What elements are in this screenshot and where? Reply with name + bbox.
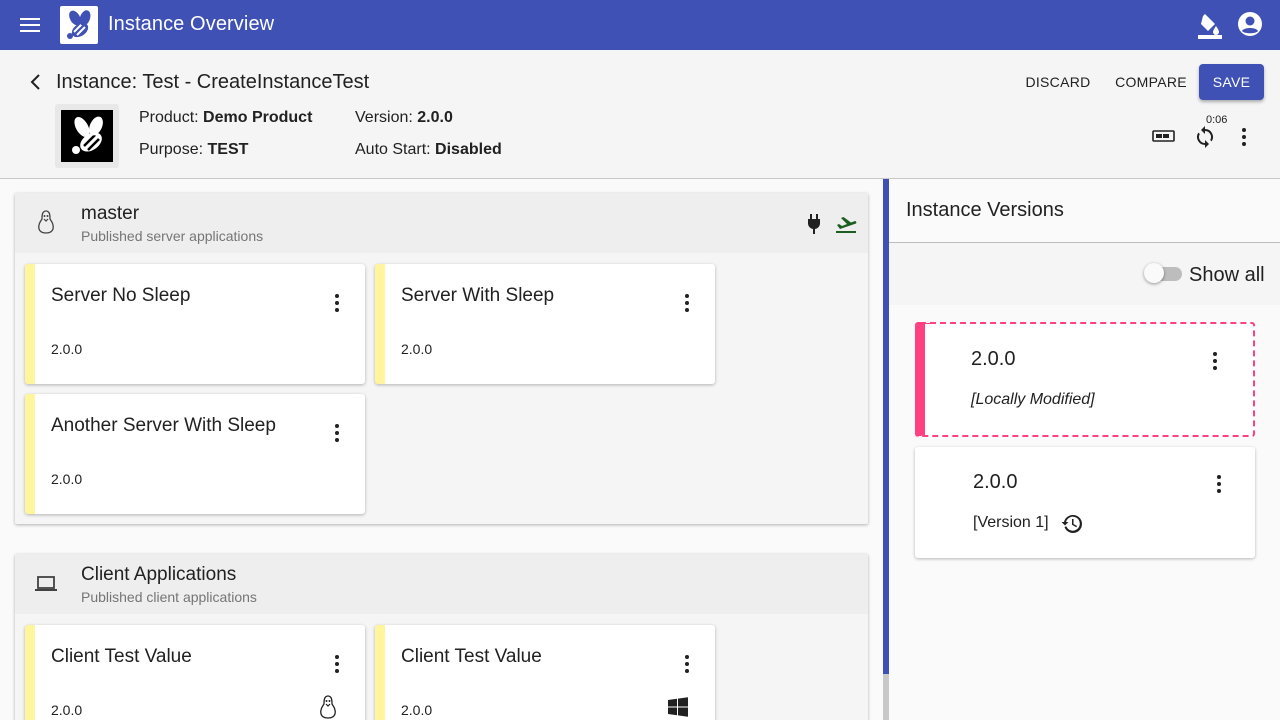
- app-name: Client Test Value: [51, 646, 192, 667]
- app-name: Server No Sleep: [51, 285, 191, 306]
- more-vert-icon[interactable]: [325, 652, 349, 676]
- app-version: 2.0.0: [401, 702, 433, 718]
- back-arrow-icon[interactable]: [26, 72, 46, 92]
- windows-icon: [668, 697, 688, 717]
- linux-icon: [320, 695, 336, 719]
- product-label: Product:: [139, 109, 199, 126]
- panel-title: Instance Versions: [906, 199, 1064, 221]
- top-toolbar: Instance Overview: [0, 0, 1280, 50]
- version-value: 2.0.0: [417, 109, 453, 126]
- linux-icon: [38, 210, 54, 234]
- app-name: Server With Sleep: [401, 285, 555, 306]
- node-card-master: master Published server applications Ser…: [15, 193, 868, 524]
- app-card[interactable]: Another Server With Sleep 2.0.0: [25, 394, 365, 514]
- node-header: Client Applications Published client app…: [15, 554, 868, 614]
- sync-icon[interactable]: [1193, 125, 1217, 149]
- instance-versions-panel: Instance Versions Show all 2.0.0 [Locall…: [889, 179, 1280, 720]
- more-vert-icon[interactable]: [325, 421, 349, 445]
- app-title: Instance Overview: [108, 13, 275, 35]
- app-name: Client Test Value: [401, 646, 542, 667]
- node-header: master Published server applications: [15, 193, 868, 253]
- version-number: 2.0.0: [971, 348, 1016, 370]
- app-card[interactable]: Server With Sleep 2.0.0: [375, 264, 715, 384]
- version-note: [Locally Modified]: [971, 391, 1095, 408]
- laptop-icon: [35, 576, 57, 591]
- app-card[interactable]: Server No Sleep 2.0.0: [25, 264, 365, 384]
- version-info: Version: 2.0.0: [355, 109, 453, 127]
- node-subtitle: Published server applications: [81, 228, 264, 244]
- page-title: Instance: Test - CreateInstanceTest: [56, 71, 370, 93]
- app-logo[interactable]: [60, 6, 98, 44]
- account-circle-icon[interactable]: [1236, 10, 1264, 38]
- version-number: 2.0.0: [973, 471, 1018, 493]
- process-config-area: master Published server applications Ser…: [0, 179, 883, 720]
- autostart-info: Auto Start: Disabled: [355, 141, 502, 159]
- node-title: master: [81, 203, 140, 224]
- more-vert-icon[interactable]: [675, 291, 699, 315]
- autostart-label: Auto Start:: [355, 141, 431, 158]
- product-logo: [55, 104, 119, 168]
- more-vert-icon[interactable]: [325, 291, 349, 315]
- paint-bucket-icon[interactable]: [1196, 12, 1224, 40]
- more-vert-icon[interactable]: [1203, 349, 1227, 373]
- more-vert-icon[interactable]: [1232, 125, 1256, 149]
- power-plug-icon[interactable]: [805, 213, 823, 235]
- bee-logo-icon: [67, 10, 91, 39]
- battery-icon: [1152, 130, 1175, 142]
- app-version: 2.0.0: [51, 702, 83, 718]
- app-version: 2.0.0: [51, 341, 83, 357]
- app-version: 2.0.0: [401, 341, 433, 357]
- history-icon: [1061, 514, 1082, 533]
- app-version: 2.0.0: [51, 471, 83, 487]
- show-all-row: Show all: [889, 243, 1280, 305]
- more-vert-icon[interactable]: [1207, 472, 1231, 496]
- show-all-label: Show all: [1189, 264, 1265, 286]
- purpose-label: Purpose:: [139, 141, 204, 158]
- version-note: [Version 1]: [973, 514, 1049, 531]
- discard-button[interactable]: DISCARD: [1020, 64, 1096, 100]
- purpose-info: Purpose: TEST: [139, 141, 248, 159]
- node-subtitle: Published client applications: [81, 589, 257, 605]
- version-card-modified[interactable]: 2.0.0 [Locally Modified]: [915, 322, 1255, 437]
- flight-takeoff-icon[interactable]: [835, 213, 857, 235]
- node-title: Client Applications: [81, 564, 237, 585]
- more-vert-icon[interactable]: [675, 652, 699, 676]
- compare-button[interactable]: COMPARE: [1108, 64, 1194, 100]
- app-card[interactable]: Client Test Value 2.0.0: [25, 625, 365, 720]
- version-label: Version:: [355, 109, 413, 126]
- instance-header: Instance: Test - CreateInstanceTest DISC…: [0, 50, 1280, 179]
- app-card[interactable]: Client Test Value 2.0.0: [375, 625, 715, 720]
- purpose-value: TEST: [207, 141, 249, 158]
- product-info: Product: Demo Product: [139, 109, 312, 127]
- save-button[interactable]: SAVE: [1199, 64, 1264, 100]
- toggle-thumb[interactable]: [1144, 263, 1164, 283]
- app-name: Another Server With Sleep: [51, 415, 276, 436]
- autostart-value: Disabled: [435, 141, 502, 158]
- node-card-client-applications: Client Applications Published client app…: [15, 554, 868, 720]
- product-value: Demo Product: [203, 109, 313, 126]
- menu-icon[interactable]: [16, 13, 44, 37]
- bee-product-icon: [72, 116, 103, 154]
- version-card[interactable]: 2.0.0 [Version 1]: [915, 447, 1255, 558]
